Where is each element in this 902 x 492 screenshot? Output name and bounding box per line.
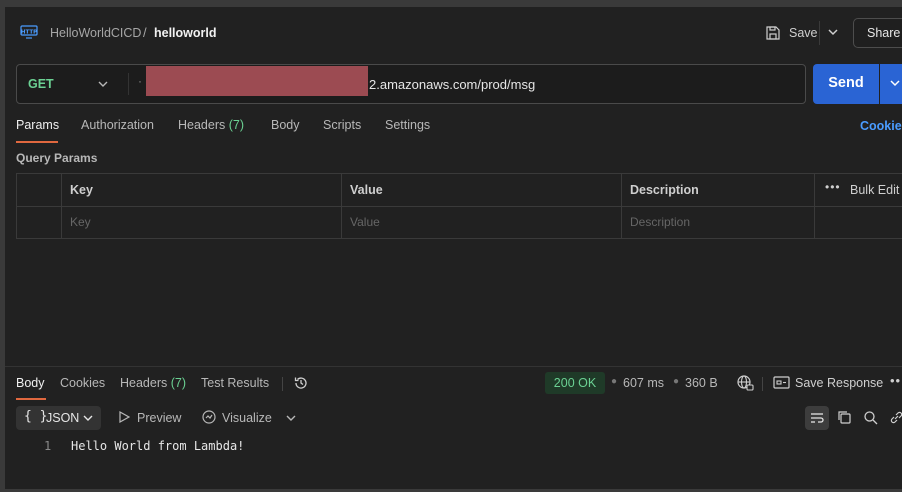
bulk-edit-button[interactable]: Bulk Edit xyxy=(850,183,899,197)
key-column xyxy=(62,174,342,206)
app-window: HTTP HelloWorldCICD / helloworld Save Sh… xyxy=(5,7,902,489)
tab-body[interactable]: Body xyxy=(271,118,300,132)
wrap-lines-button[interactable] xyxy=(805,406,829,430)
save-divider xyxy=(819,21,820,45)
visualize-icon xyxy=(202,410,216,424)
method-divider xyxy=(128,73,129,95)
response-size[interactable]: 360 B xyxy=(685,376,718,390)
query-params-title: Query Params xyxy=(16,151,98,165)
url-input[interactable]: 2.amazonaws.com/prod/msg xyxy=(369,77,535,92)
line-number: 1 xyxy=(44,439,52,453)
table-row-divider xyxy=(17,206,902,207)
tab-settings[interactable]: Settings xyxy=(385,118,430,132)
cookies-link[interactable]: Cookie xyxy=(860,119,902,133)
send-button[interactable]: Send xyxy=(813,64,879,104)
url-prefix: · xyxy=(138,74,142,88)
description-input[interactable]: Description xyxy=(630,215,690,229)
checkbox-cell[interactable] xyxy=(17,207,62,239)
tab-headers[interactable]: Headers (7) xyxy=(178,118,244,132)
history-icon[interactable] xyxy=(293,375,309,391)
query-params-table: Key Value Description ••• Bulk Edit Key … xyxy=(16,173,902,239)
response-time[interactable]: 607 ms xyxy=(623,376,664,390)
wrap-lines-icon xyxy=(811,413,824,423)
column-header-value: Value xyxy=(350,183,383,197)
json-braces-icon: { } xyxy=(24,409,48,424)
response-body-line[interactable]: Hello World from Lambda! xyxy=(71,439,244,453)
chevron-down-icon[interactable] xyxy=(826,25,840,39)
save-response-button[interactable]: Save Response xyxy=(795,376,883,390)
breadcrumb-collection[interactable]: HelloWorldCICD xyxy=(50,26,141,40)
chevron-down-icon[interactable] xyxy=(285,412,297,424)
value-input[interactable]: Value xyxy=(350,215,380,229)
method-select[interactable]: GET xyxy=(28,77,54,91)
chevron-down-icon xyxy=(890,80,900,87)
tab-params[interactable]: Params xyxy=(16,118,59,132)
more-options-icon[interactable]: ••• xyxy=(825,180,841,194)
tab-divider xyxy=(282,377,283,391)
svg-text:HTTP: HTTP xyxy=(21,30,37,36)
visualize-button[interactable]: Visualize xyxy=(222,411,272,425)
value-column xyxy=(342,174,622,206)
meta-divider xyxy=(762,377,763,391)
column-header-description: Description xyxy=(630,183,699,197)
url-bar[interactable]: GET · 2.amazonaws.com/prod/msg xyxy=(16,64,806,104)
save-response-icon xyxy=(773,376,790,389)
response-tab-cookies[interactable]: Cookies xyxy=(60,376,105,390)
globe-lock-icon[interactable] xyxy=(736,374,754,392)
response-divider xyxy=(5,366,902,367)
active-tab-indicator xyxy=(16,141,58,143)
request-header: HTTP HelloWorldCICD / helloworld Save Sh… xyxy=(5,7,902,59)
play-icon xyxy=(119,411,130,423)
value-cell xyxy=(342,207,622,239)
status-badge[interactable]: 200 OK xyxy=(545,372,605,394)
link-icon[interactable] xyxy=(889,410,902,425)
search-icon[interactable] xyxy=(863,410,878,425)
response-tab-headers[interactable]: Headers (7) xyxy=(120,376,186,390)
column-header-key: Key xyxy=(70,183,93,197)
preview-button[interactable]: Preview xyxy=(137,411,181,425)
request-title[interactable]: helloworld xyxy=(154,26,217,40)
separator-dot: ● xyxy=(611,376,618,387)
http-request-icon: HTTP xyxy=(20,25,38,39)
save-label: Save xyxy=(789,26,818,40)
response-tab-test-results[interactable]: Test Results xyxy=(201,376,269,390)
separator-dot: ● xyxy=(673,376,680,387)
breadcrumb-separator: / xyxy=(143,25,147,40)
save-button[interactable]: Save xyxy=(765,22,818,44)
copy-icon[interactable] xyxy=(837,410,852,425)
checkbox-column xyxy=(17,174,62,206)
share-button[interactable]: Share xyxy=(853,18,902,48)
tab-scripts[interactable]: Scripts xyxy=(323,118,361,132)
response-tab-body[interactable]: Body xyxy=(16,376,45,390)
chevron-down-icon[interactable] xyxy=(97,78,109,90)
url-redacted-block xyxy=(146,66,368,96)
more-options-icon[interactable]: •• xyxy=(890,373,901,388)
format-label: JSON xyxy=(46,411,80,425)
chevron-down-icon xyxy=(83,415,93,421)
send-options-button[interactable] xyxy=(880,64,902,104)
key-input[interactable]: Key xyxy=(70,215,91,229)
key-cell xyxy=(62,207,342,239)
format-select[interactable]: { } JSON xyxy=(16,406,101,430)
save-icon xyxy=(766,26,780,40)
active-tab-indicator xyxy=(16,398,46,400)
tab-authorization[interactable]: Authorization xyxy=(81,118,154,132)
